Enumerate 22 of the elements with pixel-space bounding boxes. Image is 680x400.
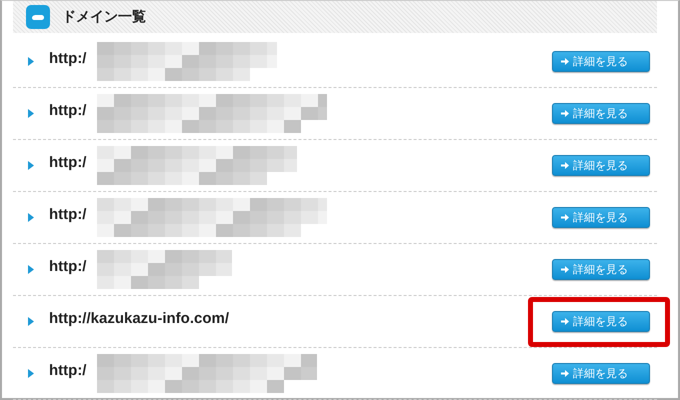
- domain-url[interactable]: http:/: [49, 362, 86, 379]
- domain-url[interactable]: http:/: [49, 102, 86, 119]
- bullet-icon: [28, 161, 34, 170]
- arrow-icon: [561, 162, 569, 169]
- bullet-icon: [28, 57, 34, 66]
- panel-title: ドメイン一覧: [62, 8, 146, 26]
- domain-url[interactable]: http:/: [49, 258, 86, 275]
- arrow-icon: [561, 318, 569, 325]
- arrow-icon: [561, 266, 569, 273]
- bullet-icon: [28, 109, 34, 118]
- arrow-icon: [561, 214, 569, 221]
- domain-url[interactable]: http:/: [49, 154, 86, 171]
- bullet-icon: [28, 369, 34, 378]
- bullet-icon: [28, 265, 34, 274]
- domain-url[interactable]: http://kazukazu-info.com/: [49, 310, 229, 327]
- bullet-icon: [28, 213, 34, 222]
- arrow-icon: [561, 58, 569, 65]
- bullet-icon: [28, 317, 34, 326]
- arrow-icon: [561, 370, 569, 377]
- arrow-icon: [561, 110, 569, 117]
- domain-url[interactable]: http:/: [49, 50, 86, 67]
- domain-url[interactable]: http:/: [49, 206, 86, 223]
